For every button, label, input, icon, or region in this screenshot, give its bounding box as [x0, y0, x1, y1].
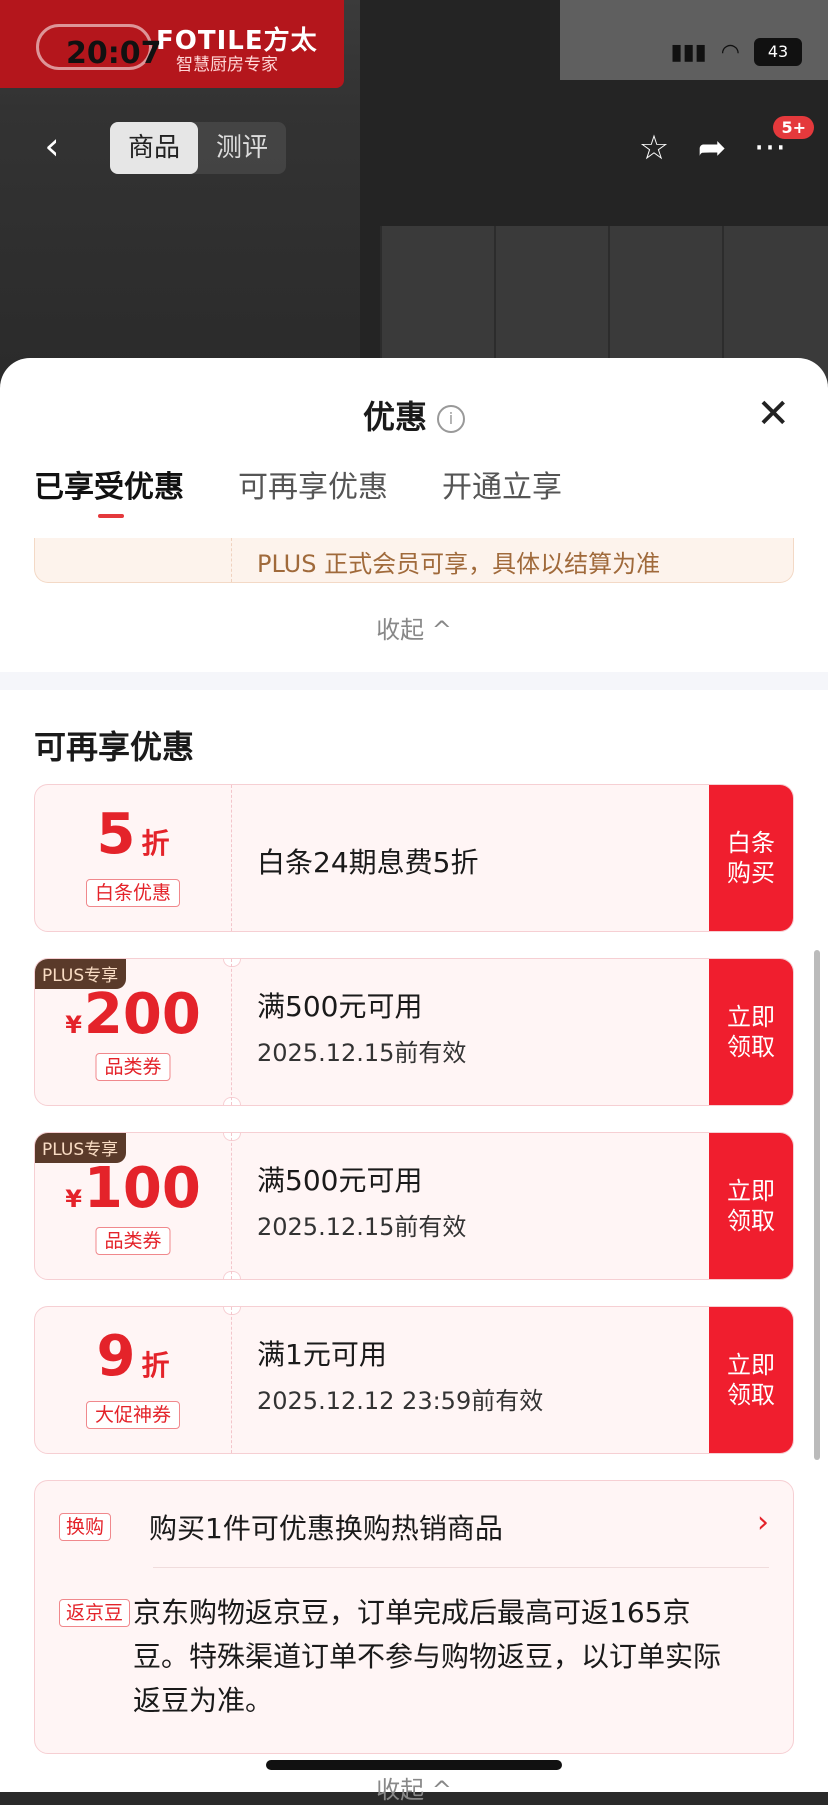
sheet-title: 优惠	[362, 398, 427, 436]
sheet-title-row: 优惠 i	[0, 392, 828, 438]
baitiao-buy-button[interactable]: 白条购买	[709, 785, 793, 931]
exchange-tag: 换购	[59, 1513, 112, 1541]
back-icon[interactable]: ‹	[30, 124, 74, 168]
message-badge: 5+	[773, 116, 814, 139]
battery-icon: 43	[754, 38, 802, 66]
tab-enjoyed[interactable]: 已享受优惠	[34, 462, 184, 518]
section-title: 可再享优惠	[34, 728, 195, 766]
coupon-validity: 2025.12.12 23:59前有效	[257, 1387, 544, 1415]
exchange-row[interactable]: 换购 购买1件可优惠换购热销商品 ›	[59, 1505, 769, 1549]
scrollbar[interactable]	[814, 950, 820, 1460]
claim-button[interactable]: 立即领取	[709, 1307, 793, 1453]
coupon-card: 5折 白条优惠 白条24期息费5折 白条购买	[34, 784, 794, 932]
collapse-button[interactable]: 收起 ^	[0, 610, 828, 645]
benefits-card: 换购 购买1件可优惠换购热销商品 › 返京豆 京东购物返京豆，订单完成后最高可返…	[34, 1480, 794, 1754]
claim-button[interactable]: 立即领取	[709, 1133, 793, 1279]
plus-note: PLUS 正式会员可享，具体以结算为准	[257, 550, 661, 578]
coupon-value: ¥100	[65, 1156, 201, 1221]
home-indicator	[266, 1760, 562, 1770]
coupon-desc: 满500元可用	[257, 990, 423, 1023]
close-icon[interactable]: ✕	[756, 394, 790, 434]
beans-text: 京东购物返京豆，订单完成后最高可返165京豆。特殊渠道订单不参与购物返豆，以订单…	[133, 1596, 722, 1717]
share-icon[interactable]: ➦	[688, 124, 736, 172]
coupon-value: ¥200	[65, 982, 201, 1047]
tab-activate[interactable]: 开通立享	[442, 462, 562, 518]
status-icons: ▮▮▮ ◠ 43	[670, 38, 802, 66]
beans-tag: 返京豆	[59, 1599, 131, 1627]
coupon-card: PLUS专享 ¥100 品类券 满500元可用 2025.12.15前有效 立即…	[34, 1132, 794, 1280]
exchange-text: 购买1件可优惠换购热销商品	[149, 1512, 503, 1545]
bottom-collapse-button[interactable]: 收起 ^	[0, 1770, 828, 1805]
info-icon[interactable]: i	[437, 405, 465, 433]
brand-banner: FOTILE方太 智慧厨房专家	[0, 0, 344, 88]
product-tabs: 商品 测评	[110, 122, 287, 174]
brand-subtitle: 智慧厨房专家	[176, 55, 278, 75]
star-icon[interactable]: ☆	[630, 124, 678, 172]
signal-icon: ▮▮▮	[670, 39, 707, 65]
coupon-desc: 白条24期息费5折	[257, 846, 479, 879]
tab-more-available[interactable]: 可再享优惠	[238, 462, 388, 518]
coupon-card: 9折 大促神券 满1元可用 2025.12.12 23:59前有效 立即领取	[34, 1306, 794, 1454]
coupon-tag: 大促神券	[85, 1401, 181, 1429]
tab-review[interactable]: 测评	[198, 122, 286, 174]
coupon-value: 9折	[96, 1324, 170, 1389]
coupon-tag: 白条优惠	[85, 879, 181, 907]
top-nav: ‹ 商品 测评 ☆ ➦ ··· 5+	[0, 112, 828, 182]
coupon-tag: 品类券	[95, 1227, 171, 1255]
claim-button[interactable]: 立即领取	[709, 959, 793, 1105]
plus-note-card: PLUS 正式会员可享，具体以结算为准	[34, 538, 794, 583]
coupon-desc: 满1元可用	[257, 1338, 387, 1371]
discount-sheet: 优惠 i ✕ 已享受优惠 可再享优惠 开通立享 PLUS 正式会员可享，具体以结算…	[0, 358, 828, 1804]
coupon-tag: 品类券	[95, 1053, 171, 1081]
coupon-desc: 满500元可用	[257, 1164, 423, 1197]
wifi-icon: ◠	[720, 39, 740, 65]
coupon-value: 5折	[96, 802, 170, 867]
discount-tabs: 已享受优惠 可再享优惠 开通立享	[34, 462, 562, 518]
coupon-card: PLUS专享 ¥200 品类券 满500元可用 2025.12.15前有效 立即…	[34, 958, 794, 1106]
tab-product[interactable]: 商品	[110, 122, 199, 174]
coupon-validity: 2025.12.15前有效	[257, 1039, 467, 1067]
status-time: 20:07	[66, 36, 162, 71]
chevron-right-icon: ›	[757, 1505, 769, 1540]
coupon-validity: 2025.12.15前有效	[257, 1213, 467, 1241]
